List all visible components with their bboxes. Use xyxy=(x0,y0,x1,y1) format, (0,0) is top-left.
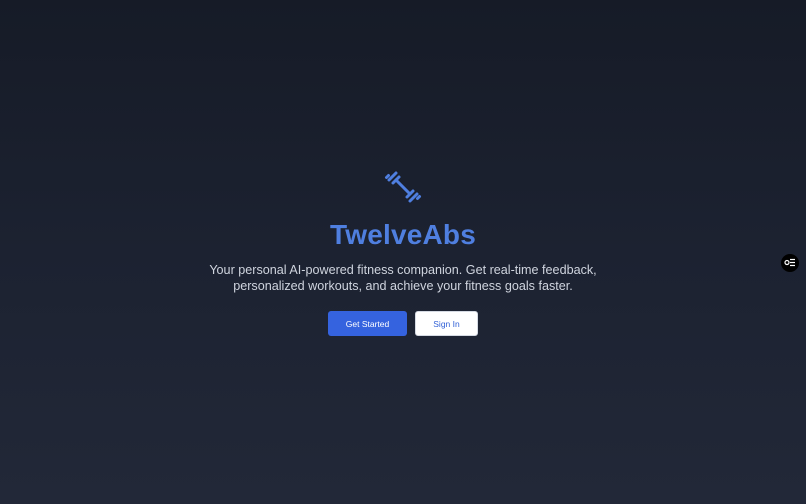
sign-in-button[interactable]: Sign In xyxy=(415,311,478,336)
tagline-line-2: personalized workouts, and achieve your … xyxy=(233,279,573,293)
dumbbell-icon xyxy=(384,168,422,206)
app-title: TwelveAbs xyxy=(330,219,476,250)
get-started-button[interactable]: Get Started xyxy=(328,311,407,336)
toggle-settings-icon xyxy=(784,254,796,272)
tagline: Your personal AI-powered fitness compani… xyxy=(203,262,603,294)
floating-settings-button[interactable] xyxy=(781,254,799,272)
tagline-line-1: Your personal AI-powered fitness compani… xyxy=(209,263,597,277)
hero-section: TwelveAbs Your personal AI-powered fitne… xyxy=(0,0,806,504)
